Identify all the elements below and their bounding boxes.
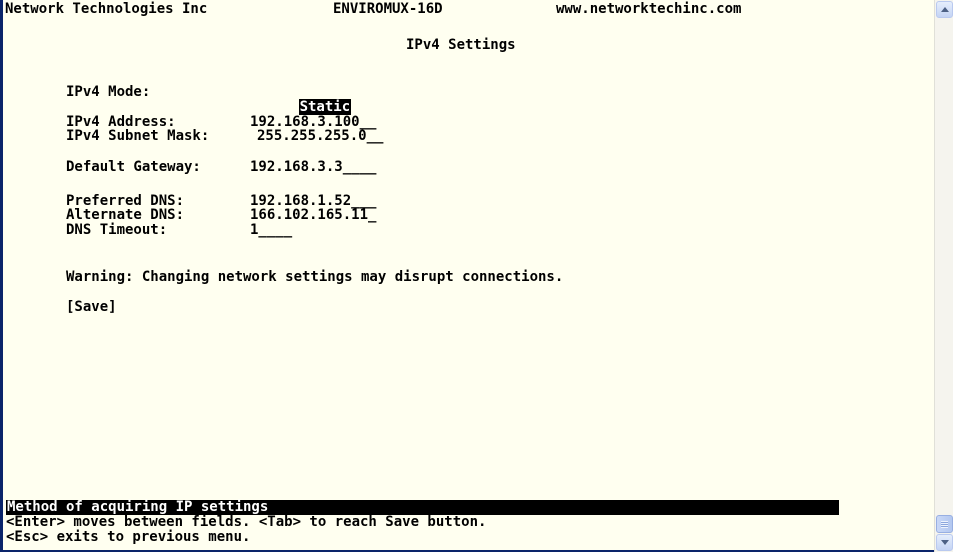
subnet-mask-field[interactable]: 255.255.255.0__ [257, 129, 383, 144]
status-hint-line-1: <Enter> moves between fields. <Tab> to r… [6, 514, 487, 530]
ipv4-mode-select[interactable]: Static [248, 85, 352, 115]
header-website: www.networktechinc.com [556, 1, 742, 17]
alternate-dns-field[interactable]: 166.102.165.11_ [250, 208, 376, 223]
status-hint-line-2: <Esc> exits to previous menu. [6, 529, 251, 545]
header-vendor: Network Technologies Inc [5, 1, 208, 17]
dns-timeout-label: DNS Timeout: [66, 222, 168, 238]
arrow-down-icon [940, 540, 949, 545]
ipv4-mode-value[interactable]: Static [298, 99, 352, 115]
warning-text: Warning: Changing network settings may d… [66, 269, 564, 285]
page-title: IPv4 Settings [406, 37, 516, 53]
terminal-window: Network Technologies Inc ENVIROMUX-16D w… [0, 0, 953, 552]
default-gateway-label: Default Gateway: [66, 159, 201, 175]
scroll-down-button[interactable] [936, 534, 953, 551]
scroll-up-button[interactable] [936, 1, 953, 18]
default-gateway-field[interactable]: 192.168.3.3____ [250, 160, 376, 175]
header-model: ENVIROMUX-16D [333, 1, 443, 17]
vertical-scrollbar[interactable] [934, 0, 953, 552]
save-button[interactable]: [Save] [66, 300, 117, 315]
terminal-screen: Network Technologies Inc ENVIROMUX-16D w… [0, 0, 937, 552]
ipv4-mode-label: IPv4 Mode: [66, 84, 151, 100]
dns-timeout-field[interactable]: 1____ [250, 223, 292, 238]
alternate-dns-label: Alternate DNS: [66, 207, 185, 223]
arrow-up-icon [940, 7, 949, 12]
subnet-mask-label: IPv4 Subnet Mask: [66, 128, 210, 144]
status-help-bar: Method of acquiring IP settings [6, 500, 839, 515]
scroll-thumb[interactable] [936, 515, 953, 533]
